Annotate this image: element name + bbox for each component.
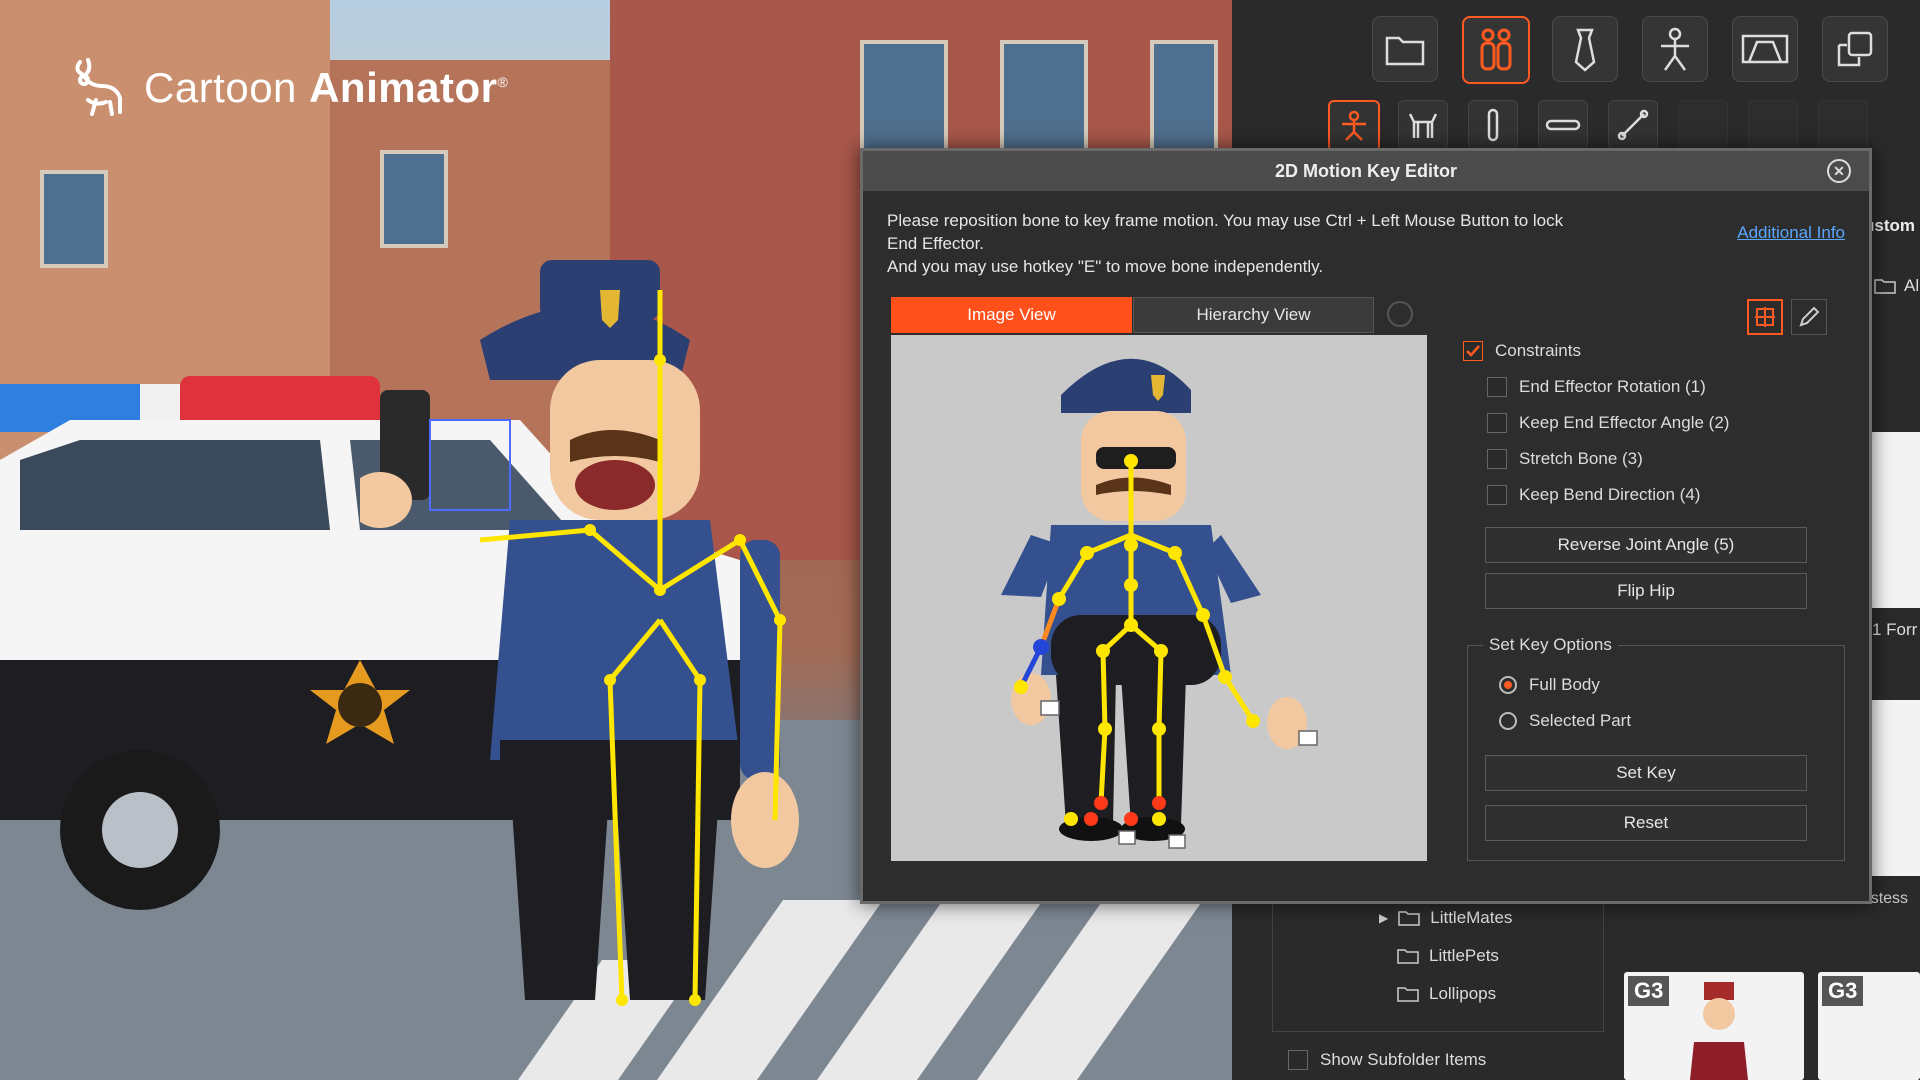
accessory-tab-button[interactable]: [1552, 16, 1618, 82]
keep-bend-direction-checkbox[interactable]: [1487, 485, 1507, 505]
tie-icon: [1574, 28, 1596, 72]
rig-mode-icon[interactable]: [1747, 299, 1783, 335]
bone-subtab-button[interactable]: [1608, 100, 1658, 150]
selected-part-radio[interactable]: [1499, 712, 1517, 730]
tab-image-view[interactable]: Image View: [891, 297, 1132, 333]
empty-subtab-button[interactable]: [1678, 100, 1728, 150]
animal-subtab-button[interactable]: [1398, 100, 1448, 150]
folder-icon: [1385, 36, 1425, 66]
empty-subtab-button[interactable]: [1818, 100, 1868, 150]
full-body-label: Full Body: [1529, 675, 1600, 694]
hostess-character-icon: [1690, 982, 1748, 1080]
show-subfolder-row[interactable]: Show Subfolder Items: [1288, 1050, 1486, 1070]
logo-text: Cartoon Animator®: [144, 64, 509, 111]
dog-icon: [1408, 113, 1438, 138]
constraint-label: End Effector Rotation (1): [1519, 377, 1706, 396]
empty-subtab-button[interactable]: [1748, 100, 1798, 150]
folder-tab-button[interactable]: [1372, 16, 1438, 82]
constraint-item-row[interactable]: End Effector Rotation (1): [1487, 377, 1706, 397]
thumbnail-partial-2[interactable]: [1870, 700, 1920, 876]
tree-item-lollipops[interactable]: Lollipops: [1397, 984, 1496, 1004]
show-subfolder-checkbox[interactable]: [1288, 1050, 1308, 1070]
reverse-joint-angle-button[interactable]: Reverse Joint Angle (5): [1485, 527, 1807, 563]
constraint-item-row[interactable]: Keep End Effector Angle (2): [1487, 413, 1729, 433]
stage-icon: [1741, 34, 1789, 64]
thumb-caption-partial: 1 Forr: [1872, 620, 1918, 639]
scene-tab-button[interactable]: [1732, 16, 1798, 82]
constraint-label: Keep Bend Direction (4): [1519, 485, 1701, 504]
full-body-radio-row[interactable]: Full Body: [1499, 675, 1600, 695]
expand-arrow-icon[interactable]: ▶: [1379, 911, 1388, 925]
pen-tool-icon[interactable]: [1791, 299, 1827, 335]
dialog-title: 2D Motion Key Editor: [1274, 160, 1457, 181]
stretch-bone-checkbox[interactable]: [1487, 449, 1507, 469]
flip-hip-button[interactable]: Flip Hip: [1485, 573, 1807, 609]
instruction-line: Please reposition bone to key frame moti…: [887, 211, 1564, 230]
tree-item-littlemates[interactable]: ▶ LittleMates: [1379, 908, 1512, 928]
folder-icon: [1397, 987, 1419, 1002]
selected-part-label: Selected Part: [1529, 711, 1632, 730]
folder-icon: [1874, 279, 1896, 294]
image-view-canvas[interactable]: [891, 335, 1427, 861]
motion-key-editor-dialog: 2D Motion Key Editor ✕ Please reposition…: [860, 148, 1872, 904]
constraints-checkbox[interactable]: [1463, 341, 1483, 361]
dialog-titlebar[interactable]: 2D Motion Key Editor ✕: [863, 151, 1869, 191]
g3-badge: G3: [1822, 976, 1864, 1006]
bone-icon: [1617, 109, 1649, 141]
spring-subtab-button[interactable]: [1468, 100, 1518, 150]
checkmark-icon: [1466, 345, 1480, 357]
additional-info-link[interactable]: Additional Info: [1737, 223, 1845, 243]
g3-badge: G3: [1628, 976, 1670, 1006]
cartoon-animator-logo: Cartoon Animator®: [66, 56, 508, 120]
puppet-icon: [1661, 27, 1689, 71]
full-body-radio[interactable]: [1499, 676, 1517, 694]
reset-button[interactable]: Reset: [1485, 805, 1807, 841]
constraint-item-row[interactable]: Stretch Bone (3): [1487, 449, 1643, 469]
building-window: [40, 170, 108, 268]
folder-icon: [1398, 911, 1420, 926]
human-rig-icon: [1342, 110, 1366, 141]
character-tab-button[interactable]: [1462, 16, 1530, 84]
tab-hierarchy-view[interactable]: Hierarchy View: [1133, 297, 1374, 333]
instructions-text: Please reposition bone to key frame moti…: [887, 209, 1667, 278]
constraint-label: Keep End Effector Angle (2): [1519, 413, 1730, 432]
instruction-line: And you may use hotkey "E" to move bone …: [887, 257, 1324, 276]
character-thumbnail[interactable]: G3: [1818, 972, 1920, 1080]
character-thumbnail[interactable]: G3: [1624, 972, 1804, 1080]
keep-end-effector-angle-checkbox[interactable]: [1487, 413, 1507, 433]
horizontal-subtab-button[interactable]: [1538, 100, 1588, 150]
props-tab-button[interactable]: [1822, 16, 1888, 82]
selected-part-radio-row[interactable]: Selected Part: [1499, 711, 1631, 731]
constraint-label: Stretch Bone (3): [1519, 449, 1643, 468]
constraint-item-row[interactable]: Keep Bend Direction (4): [1487, 485, 1700, 505]
deer-logo-icon: [75, 58, 122, 116]
human-subtab-button[interactable]: [1328, 100, 1380, 152]
set-key-options-label: Set Key Options: [1483, 635, 1618, 655]
end-effector-rotation-checkbox[interactable]: [1487, 377, 1507, 397]
close-icon[interactable]: ✕: [1827, 159, 1851, 183]
characters-icon: [1480, 28, 1512, 71]
thumbnail-partial-1[interactable]: [1870, 432, 1920, 608]
constraints-label: Constraints: [1495, 341, 1581, 360]
horizontal-bar-icon: [1545, 119, 1581, 131]
folder-icon: [1397, 949, 1419, 964]
vertical-bar-icon: [1487, 108, 1499, 142]
character-bone-preview[interactable]: [891, 335, 1427, 861]
policeman-character[interactable]: [360, 200, 820, 1030]
instruction-line: End Effector.: [887, 234, 985, 253]
constraints-row[interactable]: Constraints: [1463, 341, 1581, 361]
props-icon: [1837, 31, 1873, 67]
tree-item-littlepets[interactable]: LittlePets: [1397, 946, 1499, 966]
motion-tab-button[interactable]: [1642, 16, 1708, 82]
refresh-icon[interactable]: [1387, 301, 1413, 327]
set-key-button[interactable]: Set Key: [1485, 755, 1807, 791]
all-filter-partial[interactable]: Al: [1874, 276, 1919, 296]
